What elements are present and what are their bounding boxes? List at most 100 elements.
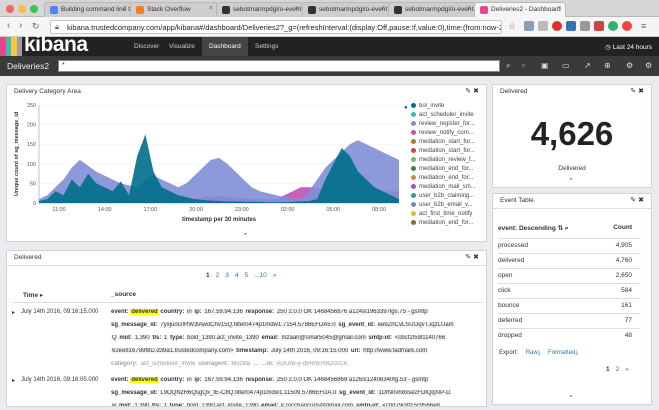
close-icon[interactable]: ✖ [473,254,481,261]
forward-icon[interactable]: › [19,21,22,31]
col-time-header[interactable]: Time ▸ [23,291,43,299]
sort-icon[interactable]: ⇅ [558,225,565,232]
address-bar[interactable]: 🔒︎ kibana.trustedcompany.com/app/kibana#… [50,20,502,34]
back-icon[interactable]: ‹ [7,21,10,31]
search-icon[interactable]: ⌕ [506,61,510,71]
browser-tab[interactable]: sebotmarmpdgl/o-event × [216,2,304,17]
reload-icon[interactable]: ↻ [32,21,40,31]
close-tab-icon[interactable]: × [123,5,127,12]
time-picker[interactable]: ◷ Last 24 hours [605,43,652,51]
share-icon[interactable]: ↗ [584,61,591,70]
legend-item[interactable]: mediation_end_for... [411,220,473,226]
close-icon[interactable]: ✖ [473,88,481,95]
add-panel-icon[interactable]: ⊕ [604,61,611,70]
extension-icon[interactable] [566,21,576,31]
table-row[interactable]: dropped 48 [498,328,640,341]
nav-discover[interactable]: Discover [127,37,166,56]
close-icon[interactable]: ✖ [638,88,646,95]
extension-icon[interactable] [538,21,548,31]
collapse-chevron-icon[interactable]: ⌃ [568,394,574,402]
col-count-header[interactable]: Count [613,224,632,231]
table-row[interactable]: deferred 77 [498,313,640,326]
edit-icon[interactable]: ✎ [465,88,473,95]
page-link[interactable]: 2 [616,366,620,373]
edit-icon[interactable]: ✎ [630,88,638,95]
legend-item[interactable]: user_b2b_email_v... [411,202,473,208]
export-raw-link[interactable]: Raw [526,350,538,356]
save-icon[interactable]: ▣ [541,61,549,70]
page-link[interactable]: 3 [225,272,229,279]
legend-item[interactable]: bol_invite [411,103,444,109]
legend-item[interactable]: act_scheduler_invite [411,112,474,118]
menu-icon[interactable]: ≡ [641,21,646,31]
open-icon[interactable]: ▭ [562,61,570,70]
legend-item[interactable]: mediation_review_f... [411,157,476,163]
legend-label: review_register_for... [419,121,475,128]
collapse-chevron-icon[interactable]: ⌃ [243,232,249,240]
browser-tab[interactable]: Stack Overflow × [130,2,218,17]
table-row[interactable]: open 2,650 [498,268,640,281]
page-link[interactable]: ...10 [254,272,267,279]
expand-icon[interactable]: ▸ [12,377,15,384]
legend-item[interactable]: review_register_for... [411,121,475,127]
close-icon[interactable]: ✖ [638,197,646,204]
page-link[interactable]: 1 [606,366,610,373]
browser-tab[interactable]: sebotmarmpdgl/o-event × [302,2,390,17]
options-gear-icon[interactable]: ⚙ [645,61,652,70]
nav-visualize[interactable]: Visualize [162,37,202,56]
table-row[interactable]: processed 4,905 [498,238,640,251]
edit-icon[interactable]: ✎ [465,254,473,261]
legend-item[interactable]: user_b2b_claiming... [411,193,474,199]
browser-tab[interactable]: Building command line too × [44,2,132,17]
bookmark-star-icon[interactable]: ☆ [508,21,516,31]
extension-icon[interactable] [580,21,590,31]
minimize-window-button[interactable] [18,5,26,13]
extension-icon[interactable] [524,21,534,31]
kibana-logo[interactable]: kibana [24,33,88,57]
field-value: act_scheduler_invite [139,361,197,367]
nav-settings[interactable]: Settings [248,37,286,56]
extension-icon[interactable] [594,21,604,31]
nav-dashboard[interactable]: Dashboard [202,37,248,56]
collapse-chevron-icon[interactable]: ⌃ [568,177,574,185]
page-link[interactable]: 2 [216,272,220,279]
close-tab-icon[interactable]: × [295,5,299,12]
close-tab-icon[interactable]: × [467,5,471,12]
zoom-window-button[interactable] [30,5,38,13]
legend-item[interactable]: mediation_mail_sm... [411,184,476,190]
legend-item[interactable]: mediation_start_for... [411,139,475,145]
page-link[interactable]: » [273,272,277,279]
legend-item[interactable]: mediation_end_for... [411,166,473,172]
extension-icon[interactable] [622,21,632,31]
table-row[interactable]: click 584 [498,283,640,296]
grammarly-icon[interactable] [608,21,618,31]
page-link[interactable]: 1 [206,272,210,279]
page-link[interactable]: 4 [235,272,239,279]
opera-icon[interactable] [552,21,562,31]
col-source-header[interactable]: _source [111,291,136,298]
page-link[interactable]: 5 [245,272,249,279]
table-row[interactable]: delivered 4,760 [498,253,640,266]
legend-item[interactable]: review_notify_com... [411,130,474,136]
new-dashboard-icon[interactable]: ▫ [522,61,525,70]
query-input[interactable]: * [58,60,500,72]
close-window-button[interactable] [6,5,14,13]
settings-gear-icon[interactable]: ⚙ [626,61,633,70]
expand-icon[interactable]: ▸ [12,309,15,316]
table-row[interactable]: bounce 161 [498,298,640,311]
close-tab-icon[interactable]: × [209,5,213,12]
legend-item[interactable]: act_first_time_notify [411,211,472,217]
legend-toggle-icon[interactable]: ● [404,105,408,111]
field-name: category: [111,361,139,367]
legend-item[interactable]: mediation_end_for... [411,175,473,181]
browser-tab[interactable]: Deliveries2 - Dashboard × [474,2,566,17]
col-event-header[interactable]: event: Descending [498,225,556,232]
page-link[interactable]: » [625,366,629,373]
browser-tab[interactable]: sebotmarmpdgl/o-event × [388,2,476,17]
legend-item[interactable]: mediation_start_for... [411,148,475,154]
edit-icon[interactable]: ✎ [630,197,638,204]
close-tab-icon[interactable]: × [381,5,385,12]
export-formatted-link[interactable]: Formatted [548,350,575,356]
search-icon[interactable]: ⌕ [565,225,569,232]
close-tab-icon[interactable]: × [557,5,561,12]
